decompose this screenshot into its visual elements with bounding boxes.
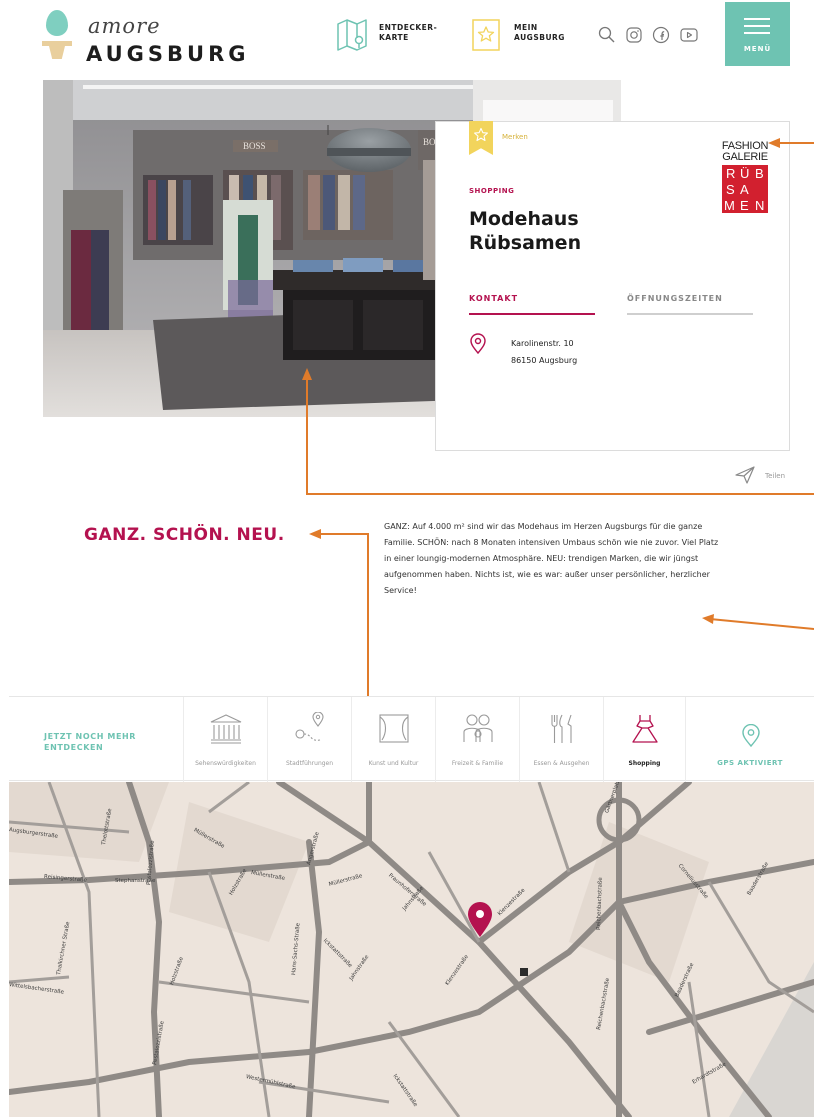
category-stadtfuehrungen[interactable]: Stadtführungen [267, 697, 351, 782]
nav-map-label-1: ENTDECKER- [379, 23, 438, 32]
bookmark-label[interactable]: Merken [502, 133, 528, 141]
brand-logo-grid: R Ü B S A M E N [722, 165, 768, 213]
address-street: Karolinenstr. 10 [511, 339, 574, 348]
category-shopping[interactable]: Shopping [603, 697, 685, 782]
family-icon [462, 714, 493, 742]
street-map[interactable]: Augsburgerstraße Thelottstraße Reisinger… [9, 782, 814, 1117]
tab-kontakt[interactable]: KONTAKT [469, 294, 595, 315]
more-discover-line-2: ENTDECKEN [44, 743, 104, 752]
info-card: Merken FASHION GALERIE R Ü B S A M E N S… [435, 121, 790, 451]
share-label: Teilen [765, 472, 786, 480]
place-title-line-2: Rübsamen [469, 232, 582, 254]
logo-script-text: amore [88, 14, 161, 38]
map-icon [337, 19, 367, 51]
gps-pin-icon [742, 724, 760, 748]
description-text: GANZ: Auf 4.000 m² sind wir das Modehaus… [384, 522, 719, 595]
place-title-line-1: Modehaus [469, 208, 579, 230]
hamburger-icon [744, 18, 770, 34]
brand-logo-line-2: GALERIE [722, 151, 768, 163]
brand-logo-letter: M [724, 198, 735, 213]
brand-logo-letter: E [740, 198, 749, 213]
logo-cup-icon [42, 41, 72, 59]
brand-logo: FASHION GALERIE R Ü B S A M E N [720, 141, 770, 216]
search-icon[interactable] [597, 25, 617, 45]
map-streets [9, 782, 814, 1117]
menu-label: MENÜ [743, 45, 772, 53]
logo-wordmark: AUGSBURG [86, 42, 250, 66]
route-icon [294, 712, 324, 741]
logo-icecream-icon [46, 10, 68, 36]
nav-mine-label-1: MEIN [514, 23, 538, 32]
more-discover-label: JETZT NOCH MEHR ENTDECKEN [44, 731, 136, 753]
category-label: Shopping [628, 760, 661, 767]
category-label: SHOPPING [469, 187, 515, 195]
brand-logo-letter: A [740, 182, 749, 197]
brand-logo-letter: N [755, 198, 765, 213]
brand-logo-letter: Ü [740, 166, 750, 181]
dress-icon [631, 715, 658, 743]
landmark-icon [210, 714, 241, 744]
brand-logo-letter: S [726, 182, 735, 197]
category-essen-ausgehen[interactable]: Essen & Ausgehen [519, 697, 603, 782]
brand-logo-letter: B [755, 166, 764, 181]
slogan-heading: GANZ. SCHÖN. NEU. [84, 525, 285, 545]
share-button[interactable]: Teilen [735, 466, 785, 486]
category-label: Kunst und Kultur [368, 760, 419, 767]
paper-plane-icon [735, 466, 755, 484]
category-sehenswuerdigkeiten[interactable]: Sehenswürdigkeiten [183, 697, 267, 782]
gps-toggle[interactable]: GPS AKTIVIERT [685, 697, 814, 782]
address: Karolinenstr. 10 86150 Augsburg [511, 335, 577, 369]
cutlery-icon [550, 714, 572, 743]
category-bar: JETZT NOCH MEHR ENTDECKEN Sehenswürdigke… [9, 696, 814, 782]
tab-oeffnungszeiten[interactable]: ÖFFNUNGSZEITEN [627, 294, 753, 315]
youtube-icon[interactable] [679, 25, 699, 45]
bookmark-button[interactable] [469, 121, 493, 155]
svg-text:BOSS: BOSS [243, 141, 266, 151]
gps-label: GPS AKTIVIERT [717, 759, 783, 767]
instagram-icon[interactable] [624, 25, 644, 45]
category-freizeit-familie[interactable]: Freizeit & Familie [435, 697, 519, 782]
category-kunst-und-kultur[interactable]: Kunst und Kultur [351, 697, 435, 782]
site-logo[interactable]: amore AUGSBURG [42, 8, 246, 66]
location-pin-icon [470, 333, 486, 355]
place-title: Modehaus Rübsamen [469, 207, 669, 255]
category-label: Freizeit & Familie [451, 760, 504, 767]
nav-map-label-2: KARTE [379, 33, 409, 42]
address-city: 86150 Augsburg [511, 356, 578, 365]
category-label: Sehenswürdigkeiten [195, 760, 256, 767]
category-label: Stadtführungen [285, 760, 334, 767]
facebook-icon[interactable] [651, 25, 671, 45]
brand-logo-letter: R [726, 166, 736, 181]
nav-mine-label-2: AUGSBURG [514, 33, 565, 42]
category-label: Essen & Ausgehen [533, 760, 590, 767]
star-icon [474, 127, 488, 142]
more-discover-line-1: JETZT NOCH MEHR [44, 732, 137, 741]
theater-icon [378, 714, 409, 743]
bookmark-star-icon [472, 19, 500, 51]
menu-button[interactable]: MENÜ [725, 2, 790, 66]
